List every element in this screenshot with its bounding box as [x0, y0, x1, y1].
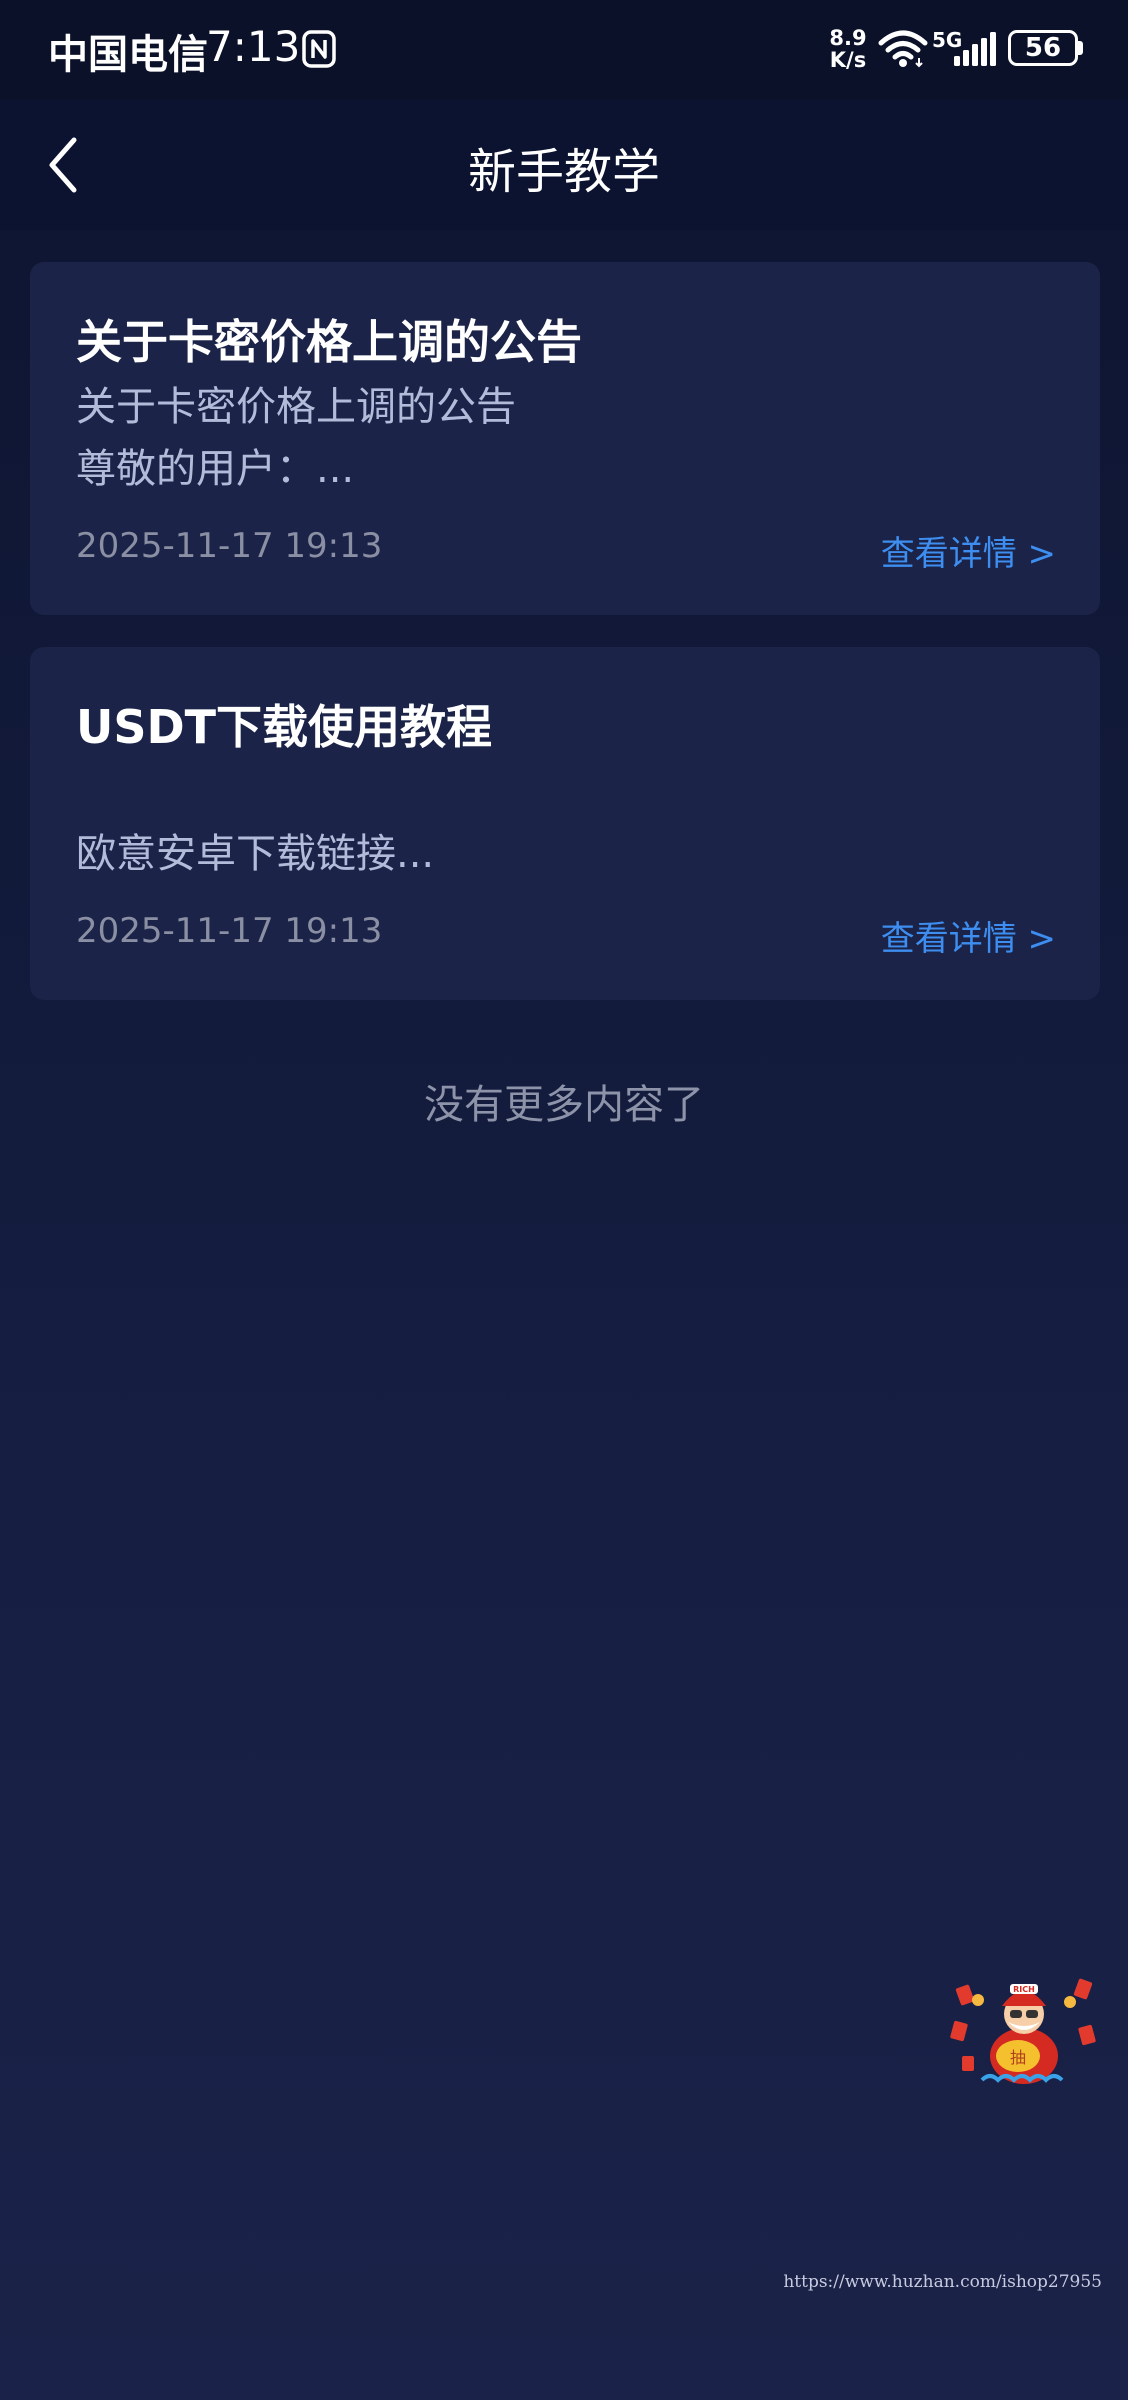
network-speed: 8.9 K/s	[826, 27, 870, 71]
page-title: 新手教学	[467, 144, 660, 200]
nav-bar: 新手教学	[0, 100, 1128, 230]
nfc-icon	[302, 30, 336, 68]
view-details-link[interactable]: 查看详情 >	[881, 526, 1056, 575]
network-speed-value: 8.9	[829, 26, 867, 50]
article-card[interactable]: USDT下载使用教程 欧意安卓下载链接... 2025-11-17 19:13 …	[30, 647, 1100, 1000]
article-summary-line-1: 关于卡密价格上调的公告	[76, 384, 516, 430]
watermark-text: https://www.huzhan.com/ishop27955	[783, 2272, 1102, 2292]
status-bar: 中国电信 7:13 8.9 K/s 5G 56	[0, 0, 1128, 100]
article-date: 2025-11-17 19:13	[76, 911, 383, 951]
end-of-list-text: 没有更多内容了	[424, 1082, 704, 1128]
status-time: 7:13	[206, 22, 301, 71]
article-title: USDT下载使用教程	[76, 700, 493, 754]
battery-tip	[1078, 41, 1083, 55]
view-details-link[interactable]: 查看详情 >	[881, 911, 1056, 960]
battery-icon: 56	[1008, 30, 1078, 66]
mascot-hat-text: RICH	[1013, 1985, 1035, 1994]
article-summary-line-2: 尊敬的用户：...	[76, 446, 355, 492]
article-card[interactable]: 关于卡密价格上调的公告 关于卡密价格上调的公告 尊敬的用户：... 2025-1…	[30, 262, 1100, 615]
article-date: 2025-11-17 19:13	[76, 526, 383, 566]
lucky-draw-mascot-icon[interactable]: RICH 抽	[948, 1972, 1098, 2092]
battery-level: 56	[1024, 33, 1062, 63]
article-summary-line-2: 欧意安卓下载链接...	[76, 831, 435, 877]
wifi-icon	[878, 30, 928, 68]
article-title: 关于卡密价格上调的公告	[76, 315, 582, 369]
mascot-bag-text: 抽	[1010, 2048, 1026, 2067]
carrier-name: 中国电信	[48, 32, 208, 78]
network-speed-unit: K/s	[829, 48, 867, 72]
signal-icon	[954, 32, 996, 66]
